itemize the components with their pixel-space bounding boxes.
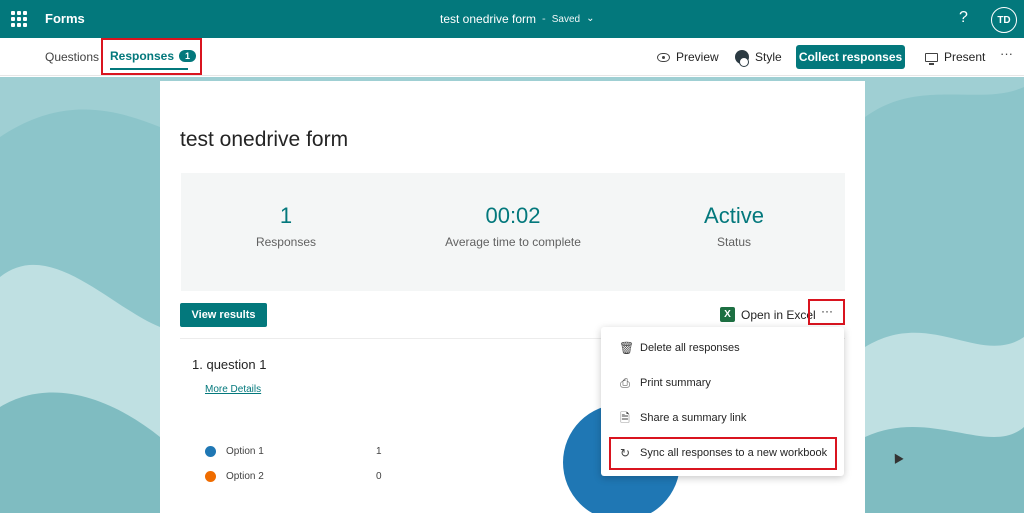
legend-dot	[205, 446, 216, 457]
menu-item-delete-all[interactable]: 🗑 Delete all responses	[601, 331, 844, 365]
help-icon[interactable]: ?	[959, 9, 968, 27]
share-doc-icon: 🗎	[620, 410, 630, 425]
menu-item-share-summary[interactable]: 🗎 Share a summary link	[601, 401, 844, 435]
form-title: test onedrive form	[180, 128, 349, 151]
legend-item: Option 1 1	[205, 446, 382, 457]
document-title-area[interactable]: test onedrive form - Saved ⌄	[440, 12, 594, 26]
tab-questions[interactable]: Questions	[45, 50, 99, 64]
avatar[interactable]: TD	[991, 7, 1017, 33]
preview-label: Preview	[676, 50, 719, 64]
present-label: Present	[944, 50, 986, 64]
stat-value: Active	[704, 203, 764, 228]
highlight-box-sync	[609, 437, 837, 470]
app-header: Forms test onedrive form - Saved ⌄ ? TD	[0, 0, 1024, 38]
stat-value: 00:02	[485, 203, 541, 228]
eye-icon	[657, 52, 670, 62]
menu-item-print-summary[interactable]: ⎙ Print summary	[601, 366, 844, 400]
app-name[interactable]: Forms	[45, 11, 85, 26]
monitor-icon	[925, 52, 938, 65]
stat-label: Status	[716, 235, 752, 249]
question-title: question 1	[206, 357, 267, 372]
stat-label: Average time to complete	[445, 235, 581, 249]
option-label: Option 1	[226, 446, 264, 457]
document-title[interactable]: test onedrive form	[440, 12, 536, 26]
style-label: Style	[755, 50, 782, 64]
preview-button[interactable]: Preview	[657, 50, 719, 64]
more-actions-menu: 🗑 Delete all responses ⎙ Print summary 🗎…	[601, 327, 844, 476]
question-heading: 1. question 1	[192, 357, 266, 372]
chevron-down-icon[interactable]: ⌄	[586, 13, 594, 24]
menu-item-label: Delete all responses	[640, 342, 740, 354]
option-label: Option 2	[226, 471, 264, 482]
view-results-button[interactable]: View results	[180, 303, 267, 327]
save-status: Saved	[551, 13, 581, 25]
question-number: 1.	[192, 357, 203, 372]
legend-item: Option 2 0	[205, 471, 382, 482]
collect-responses-button[interactable]: Collect responses	[796, 45, 905, 69]
stat-status: Active Status	[629, 203, 839, 249]
open-in-excel-label: Open in Excel	[741, 307, 816, 322]
tab-bar: Questions Responses 1 Preview Style Coll…	[0, 38, 1024, 76]
excel-icon: X	[720, 307, 735, 322]
open-in-excel-button[interactable]: X Open in Excel	[720, 307, 816, 322]
menu-item-label: Share a summary link	[640, 412, 747, 424]
stat-value: 1	[279, 203, 293, 228]
highlight-box-responses	[101, 38, 202, 75]
menu-item-label: Print summary	[640, 377, 711, 389]
stat-label: Responses	[255, 235, 317, 249]
stats-panel: 1 Responses 00:02 Average time to comple…	[181, 173, 845, 291]
app-launcher-icon[interactable]	[11, 11, 27, 27]
option-count: 1	[376, 446, 382, 457]
option-count: 0	[376, 471, 382, 482]
highlight-box-more	[808, 299, 845, 325]
trash-icon: 🗑	[619, 340, 635, 355]
palette-icon	[735, 50, 749, 67]
more-options-icon[interactable]: ···	[1000, 46, 1013, 61]
stat-responses: 1 Responses	[181, 203, 391, 249]
style-button[interactable]: Style	[735, 50, 782, 67]
more-details-link[interactable]: More Details	[205, 384, 261, 395]
legend-dot	[205, 471, 216, 482]
stat-average-time: 00:02 Average time to complete	[408, 203, 618, 249]
printer-icon: ⎙	[620, 375, 630, 390]
title-separator: -	[542, 13, 546, 25]
present-button[interactable]: Present	[925, 50, 986, 65]
